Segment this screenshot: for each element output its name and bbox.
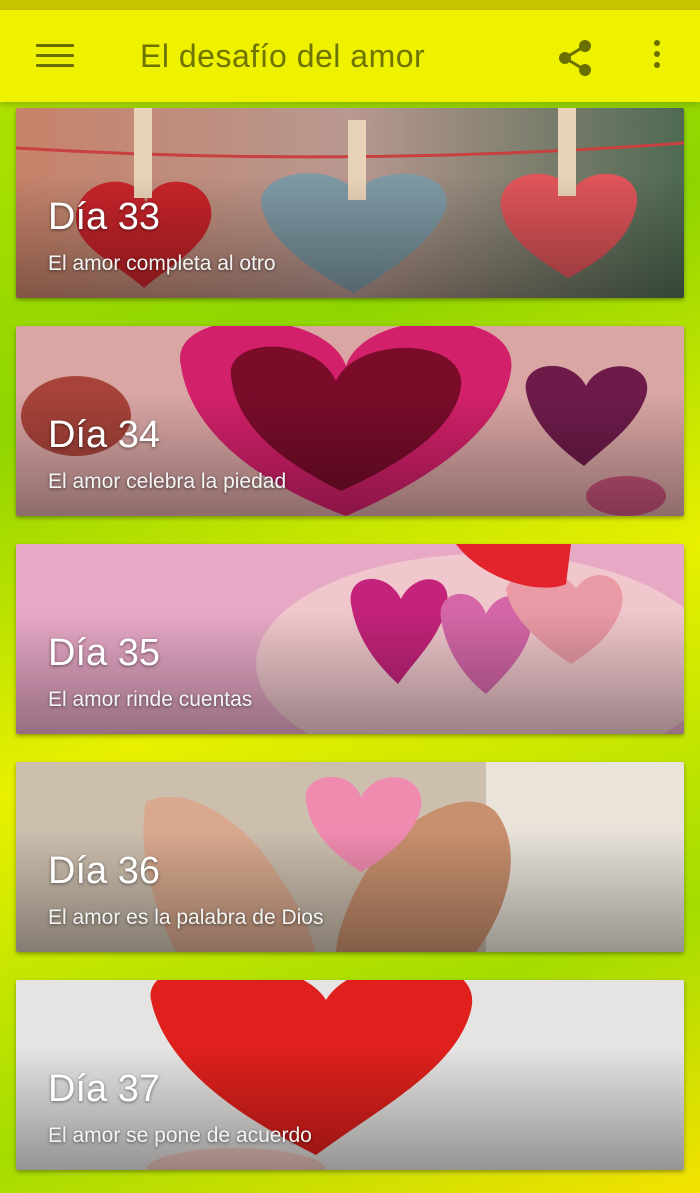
card-subtitle: El amor celebra la piedad: [48, 470, 287, 493]
card-subtitle: El amor rinde cuentas: [48, 688, 253, 711]
more-vertical-icon[interactable]: [645, 40, 669, 76]
card-subtitle: El amor se pone de acuerdo: [48, 1124, 312, 1147]
card-subtitle: El amor es la palabra de Dios: [48, 906, 324, 929]
day-card-36[interactable]: Día 36 El amor es la palabra de Dios: [16, 762, 684, 952]
app-bar: El desafío del amor: [0, 10, 700, 102]
card-title: Día 37: [48, 1068, 160, 1110]
status-bar: [0, 0, 700, 10]
card-title: Día 35: [48, 632, 160, 674]
day-card-37[interactable]: Día 37 El amor se pone de acuerdo: [16, 980, 684, 1170]
card-subtitle: El amor completa al otro: [48, 252, 276, 275]
day-card-34[interactable]: Día 34 El amor celebra la piedad: [16, 326, 684, 516]
card-title: Día 34: [48, 414, 160, 456]
hamburger-menu-icon[interactable]: [36, 44, 74, 70]
page-title: El desafío del amor: [140, 38, 426, 74]
card-title: Día 33: [48, 196, 160, 238]
day-card-33[interactable]: Día 33 El amor completa al otro: [16, 108, 684, 298]
day-card-35[interactable]: Día 35 El amor rinde cuentas: [16, 544, 684, 734]
card-title: Día 36: [48, 850, 160, 892]
share-icon[interactable]: [555, 38, 595, 78]
